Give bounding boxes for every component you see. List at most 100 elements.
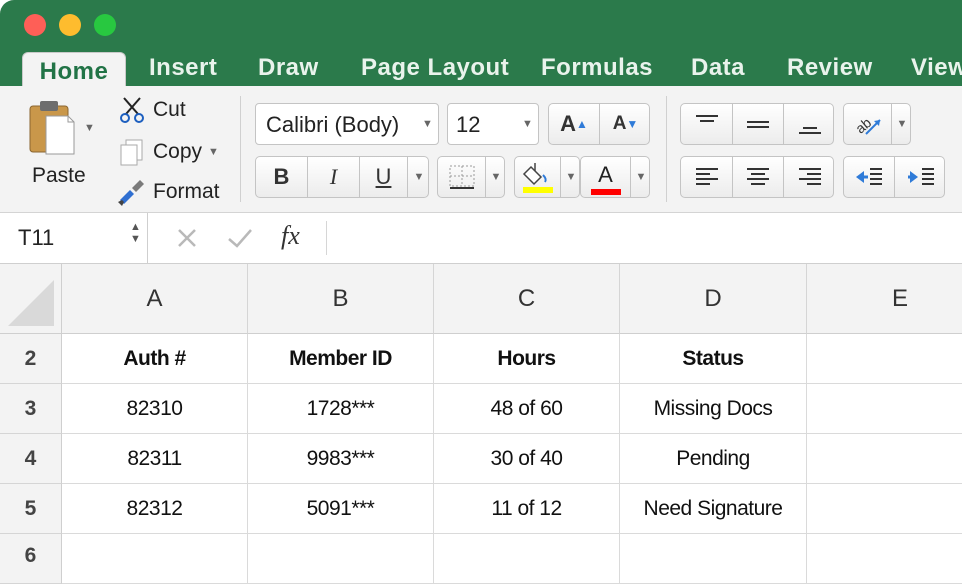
copy-button[interactable]: Copy ▼ — [116, 136, 228, 170]
table-cell[interactable] — [807, 534, 962, 584]
tab-home[interactable]: Home — [22, 52, 126, 89]
align-center-icon — [747, 168, 769, 185]
table-header-cell[interactable]: Hours — [434, 334, 620, 384]
function-icon[interactable]: fx — [281, 221, 300, 251]
table-cell[interactable]: 1728*** — [248, 384, 434, 434]
table-cell[interactable]: 11 of 12 — [434, 484, 620, 534]
align-right-button[interactable] — [784, 157, 835, 197]
row-header[interactable]: 5 — [0, 484, 62, 534]
column-header-c[interactable]: C — [434, 264, 620, 334]
table-cell[interactable]: 30 of 40 — [434, 434, 620, 484]
align-center-button[interactable] — [733, 157, 784, 197]
column-header-b[interactable]: B — [248, 264, 434, 334]
column-header-e[interactable]: E — [807, 264, 962, 334]
ribbon-divider — [666, 96, 667, 202]
select-all-corner[interactable] — [0, 264, 62, 334]
format-label: Format — [153, 180, 220, 203]
zoom-window-button[interactable] — [94, 14, 116, 36]
table-header-cell[interactable]: Status — [620, 334, 807, 384]
fill-color-group: ▼ — [514, 156, 580, 198]
table-cell[interactable]: 82310 — [62, 384, 248, 434]
table-cell[interactable]: 5091*** — [248, 484, 434, 534]
tab-draw[interactable]: Draw — [258, 54, 319, 86]
ribbon: ▼ Paste Cut Copy ▼ Format Calibri (Body)… — [0, 86, 962, 213]
select-all-icon — [8, 280, 54, 326]
tab-page-layout[interactable]: Page Layout — [361, 54, 509, 86]
enter-check-icon[interactable] — [226, 227, 254, 249]
increase-indent-button[interactable] — [895, 157, 946, 197]
table-cell[interactable] — [807, 484, 962, 534]
underline-options-button[interactable]: ▼ — [408, 157, 430, 197]
formula-input[interactable] — [336, 213, 962, 263]
table-cell[interactable] — [807, 434, 962, 484]
table-cell[interactable]: Missing Docs — [620, 384, 807, 434]
svg-text:ab: ab — [852, 114, 874, 136]
paste-button[interactable]: ▼ Paste — [22, 98, 102, 198]
stepper-icon[interactable]: ▲ ▼ — [130, 221, 141, 245]
table-cell[interactable] — [807, 384, 962, 434]
table-cell[interactable]: 9983*** — [248, 434, 434, 484]
spreadsheet-grid: A B C D E 2 Auth # Member ID Hours Statu… — [0, 264, 962, 584]
chevron-down-icon: ▼ — [490, 171, 502, 183]
cut-button[interactable]: Cut — [116, 94, 228, 128]
tab-data[interactable]: Data — [691, 54, 745, 86]
chevron-down-icon: ▼ — [896, 118, 908, 130]
font-size-dropdown[interactable]: 12 ▼ — [447, 103, 539, 145]
table-header-cell[interactable]: Auth # — [62, 334, 248, 384]
align-left-button[interactable] — [681, 157, 733, 197]
tab-insert[interactable]: Insert — [149, 54, 217, 86]
table-cell[interactable] — [620, 534, 807, 584]
underline-button[interactable]: U — [360, 157, 408, 197]
fill-color-options-button[interactable]: ▼ — [561, 157, 581, 197]
table-cell[interactable]: 82311 — [62, 434, 248, 484]
align-left-icon — [695, 168, 718, 185]
table-cell[interactable]: 82312 — [62, 484, 248, 534]
font-name-dropdown[interactable]: Calibri (Body) ▼ — [255, 103, 439, 145]
borders-button[interactable] — [438, 157, 486, 197]
bold-button[interactable]: B — [256, 157, 308, 197]
orientation-options-button[interactable]: ▼ — [892, 104, 912, 144]
row-header[interactable]: 3 — [0, 384, 62, 434]
borders-options-button[interactable]: ▼ — [486, 157, 506, 197]
font-size-step-group: A ▲ A ▼ — [548, 103, 650, 145]
row-header[interactable]: 2 — [0, 334, 62, 384]
shrink-font-button[interactable]: A ▼ — [600, 104, 651, 144]
close-window-button[interactable] — [24, 14, 46, 36]
cancel-icon[interactable] — [176, 227, 198, 249]
minimize-window-button[interactable] — [59, 14, 81, 36]
format-painter-button[interactable]: Format — [116, 176, 228, 210]
align-bottom-button[interactable] — [784, 104, 835, 144]
borders-icon — [449, 165, 474, 189]
align-middle-button[interactable] — [733, 104, 784, 144]
tab-review[interactable]: Review — [787, 54, 873, 86]
font-color-button[interactable]: A — [581, 157, 631, 197]
table-cell[interactable] — [434, 534, 620, 584]
column-header-a[interactable]: A — [62, 264, 248, 334]
table-cell[interactable]: 48 of 60 — [434, 384, 620, 434]
table-cell[interactable] — [807, 334, 962, 384]
table-header-cell[interactable]: Member ID — [248, 334, 434, 384]
tab-view[interactable]: View — [911, 54, 962, 86]
font-color-options-button[interactable]: ▼ — [631, 157, 651, 197]
text-orientation-icon: ab — [852, 114, 881, 137]
fill-color-button[interactable] — [515, 157, 561, 197]
row-header[interactable]: 6 — [0, 534, 62, 584]
orientation-button[interactable]: ab — [844, 104, 892, 144]
italic-button[interactable]: I — [308, 157, 360, 197]
row-header[interactable]: 4 — [0, 434, 62, 484]
paste-label: Paste — [32, 164, 86, 187]
table-cell[interactable] — [62, 534, 248, 584]
column-header-d[interactable]: D — [620, 264, 807, 334]
cut-label: Cut — [153, 98, 186, 121]
copy-label: Copy — [153, 140, 203, 163]
paintbrush-icon — [118, 180, 144, 206]
chevron-down-icon[interactable]: ▼ — [208, 146, 219, 158]
table-cell[interactable] — [248, 534, 434, 584]
table-cell[interactable]: Pending — [620, 434, 807, 484]
grow-font-button[interactable]: A ▲ — [549, 104, 600, 144]
tab-formulas[interactable]: Formulas — [541, 54, 653, 86]
table-cell[interactable]: Need Signature — [620, 484, 807, 534]
name-box[interactable]: T11 ▲ ▼ — [0, 213, 148, 263]
align-top-button[interactable] — [681, 104, 733, 144]
decrease-indent-button[interactable] — [844, 157, 895, 197]
